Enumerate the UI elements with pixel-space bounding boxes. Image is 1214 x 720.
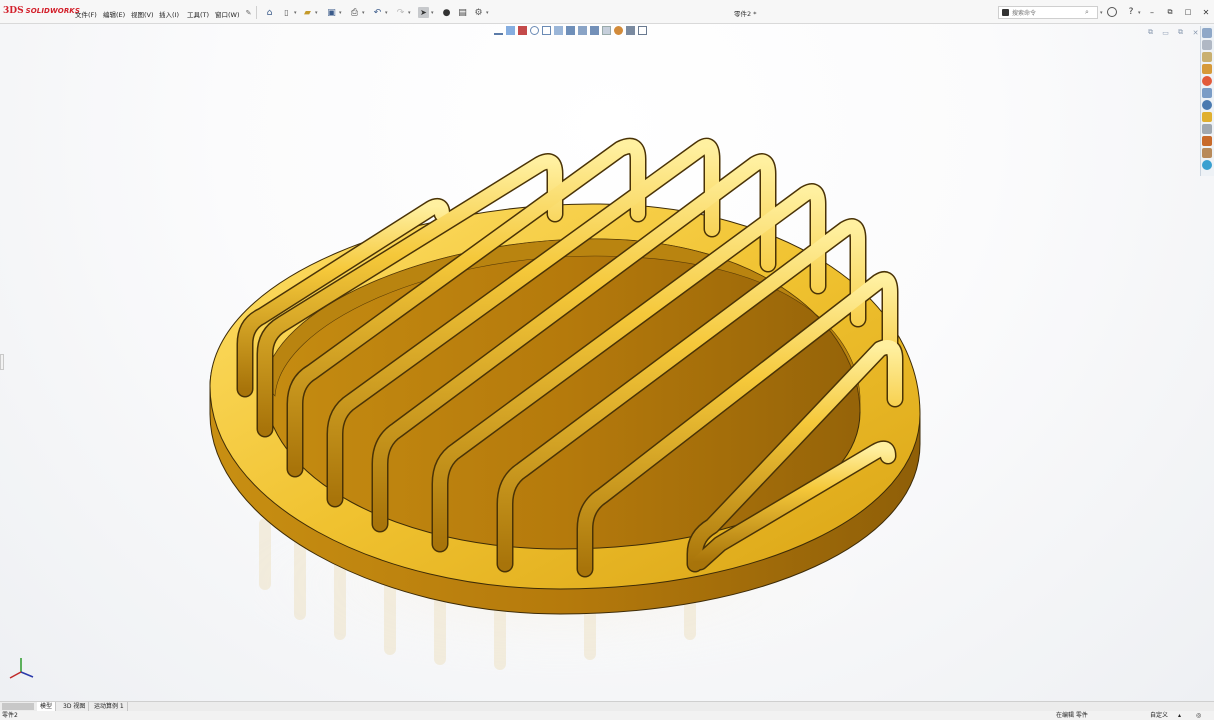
title-bar: 3DS SOLIDWORKS 文件(F) 编辑(E) 视图(V) 插入(I) 工… <box>0 0 1214 24</box>
pin-icon[interactable]: ✎ <box>243 7 254 18</box>
minimize-button[interactable]: – <box>1146 6 1158 18</box>
tab-scroll-arrows[interactable] <box>2 703 34 710</box>
task-pane <box>1200 26 1214 176</box>
chevron-down-icon[interactable]: ▾ <box>294 10 299 16</box>
command-search-icon <box>1002 9 1009 16</box>
undo-icon[interactable]: ↶ <box>372 7 383 18</box>
part-model-grate[interactable] <box>0 24 1200 701</box>
chevron-down-icon[interactable]: ▾ <box>486 10 491 16</box>
close-button[interactable]: ✕ <box>1200 6 1212 18</box>
user-account-icon[interactable] <box>1107 7 1117 17</box>
status-part-name: 零件2 <box>2 712 18 719</box>
save-icon[interactable]: ▣ <box>326 7 337 18</box>
new-document-icon[interactable]: ▯ <box>281 7 292 18</box>
task-pane-home-icon[interactable] <box>1202 28 1212 38</box>
task-pane-search-icon[interactable] <box>1202 160 1212 170</box>
file-properties-icon[interactable]: ▤ <box>457 7 468 18</box>
task-pane-toolbox-icon[interactable] <box>1202 112 1212 122</box>
redo-icon[interactable]: ↷ <box>395 7 406 18</box>
menu-view[interactable]: 视图(V) <box>131 9 154 19</box>
status-bar: 零件2 在编辑 零件 自定义 ▴ ◎ <box>0 711 1214 720</box>
chevron-down-icon[interactable]: ▾ <box>385 10 390 16</box>
notification-icon[interactable]: ◎ <box>1196 711 1201 720</box>
task-pane-resources-icon[interactable] <box>1202 40 1212 50</box>
menu-tools[interactable]: 工具(T) <box>187 9 209 19</box>
solidworks-logo[interactable]: 3DS SOLIDWORKS <box>3 6 80 16</box>
brand-name: SOLIDWORKS <box>25 7 80 15</box>
chevron-down-icon[interactable]: ▾ <box>408 10 413 16</box>
task-pane-design-library-icon[interactable] <box>1202 52 1212 62</box>
menu-edit[interactable]: 编辑(E) <box>103 9 125 19</box>
graphics-area[interactable]: ⧉ ▭ ⧉ ✕ <box>0 24 1214 701</box>
maximize-button[interactable]: □ <box>1182 6 1194 18</box>
status-custom[interactable]: 自定义 <box>1150 711 1168 720</box>
chevron-down-icon[interactable]: ▾ <box>362 10 367 16</box>
chevron-down-icon[interactable]: ▾ <box>431 10 436 16</box>
help-icon[interactable]: ? <box>1125 6 1137 18</box>
home-icon[interactable]: ⌂ <box>264 7 275 18</box>
print-icon[interactable]: ⎙ <box>349 7 360 18</box>
options-gear-icon[interactable]: ⚙ <box>473 7 484 18</box>
reference-triad-icon <box>9 658 34 679</box>
status-editing: 在编辑 零件 <box>1056 712 1088 719</box>
chevron-down-icon[interactable]: ▾ <box>1100 10 1105 16</box>
chevron-down-icon[interactable]: ▾ <box>339 10 344 16</box>
open-folder-icon[interactable]: ▰ <box>302 7 313 18</box>
task-pane-file-explorer-icon[interactable] <box>1202 64 1212 74</box>
toolbar-separator <box>256 6 257 19</box>
search-commands-field[interactable]: ⌕ <box>998 6 1098 19</box>
magnifier-icon[interactable]: ⌕ <box>1085 8 1089 17</box>
select-arrow-icon[interactable]: ➤ <box>418 7 429 18</box>
search-input[interactable] <box>1012 8 1082 18</box>
menu-window[interactable]: 窗口(W) <box>215 9 240 19</box>
chevron-down-icon[interactable]: ▾ <box>1138 10 1143 16</box>
task-pane-custom-properties-icon[interactable] <box>1202 124 1212 134</box>
task-pane-3dexperience-icon[interactable] <box>1202 136 1212 146</box>
chevron-up-icon[interactable]: ▴ <box>1178 711 1181 720</box>
document-title: 零件2 * <box>734 10 757 18</box>
rebuild-icon[interactable]: ● <box>441 7 452 18</box>
bottom-tab-bar: 模型 3D 视图 运动算例 1 <box>0 701 1214 712</box>
chevron-down-icon[interactable]: ▾ <box>315 10 320 16</box>
task-pane-forum-icon[interactable] <box>1202 100 1212 110</box>
menu-file[interactable]: 文件(F) <box>75 9 97 19</box>
task-pane-solidworks-resources-icon[interactable] <box>1202 148 1212 158</box>
task-pane-view-palette-icon[interactable] <box>1202 88 1212 98</box>
brand-ds: 3DS <box>3 6 24 16</box>
task-pane-appearances-icon[interactable] <box>1202 76 1212 86</box>
menu-insert[interactable]: 插入(I) <box>159 9 179 19</box>
restore-button[interactable]: ⧉ <box>1164 6 1176 18</box>
